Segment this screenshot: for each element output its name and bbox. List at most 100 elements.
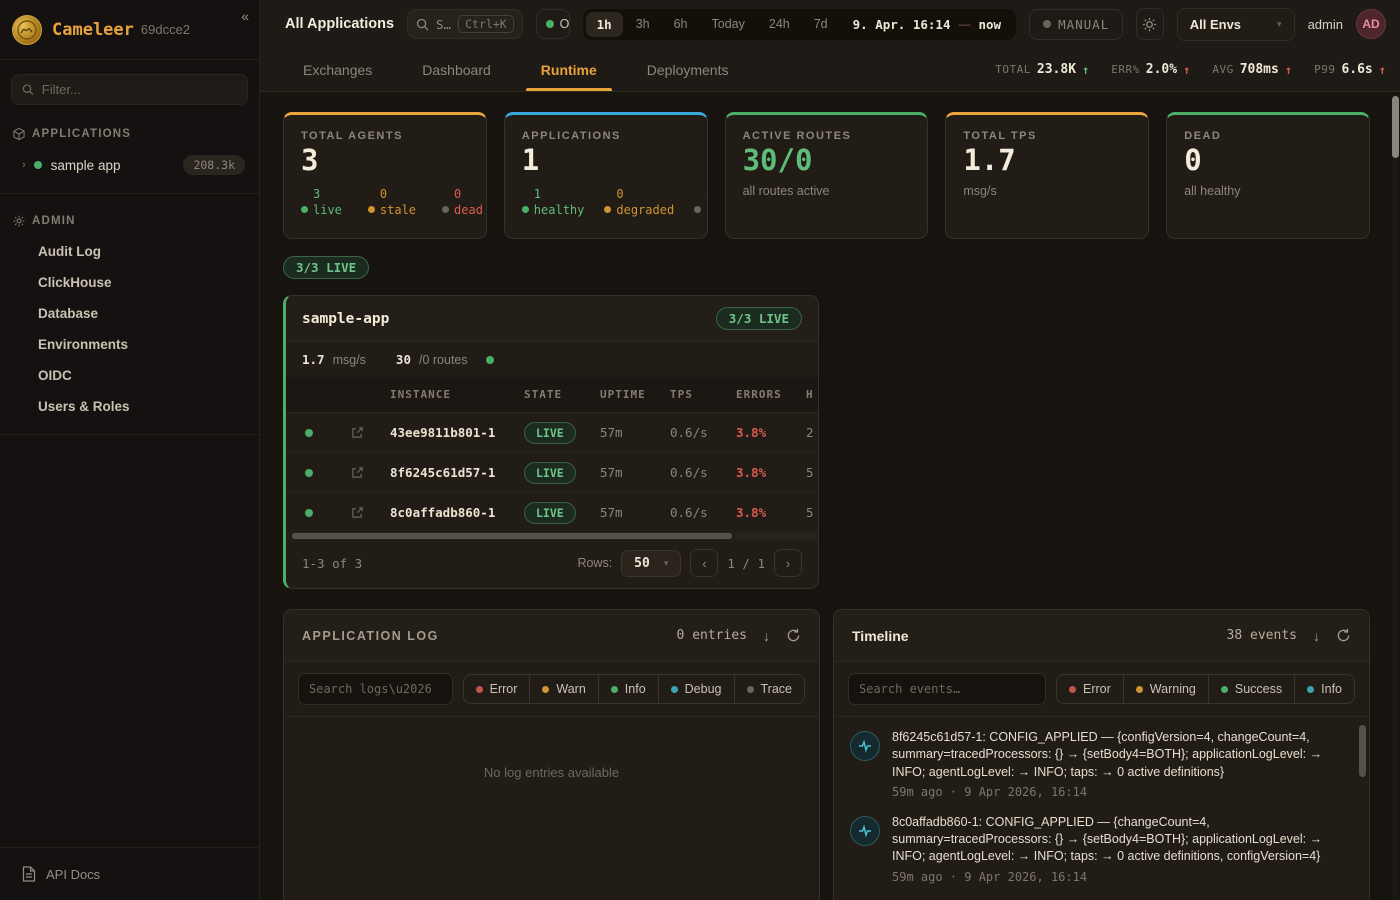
divider [0, 434, 259, 435]
timeline-event[interactable]: 8c0affadb860-1: CONFIG_APPLIED — {change… [850, 814, 1349, 884]
horizontal-scrollbar[interactable] [286, 532, 818, 540]
sidebar-item-api-docs[interactable]: API Docs [10, 860, 249, 888]
chevron-right-icon[interactable]: › [22, 159, 26, 171]
filter-chip-trace[interactable]: Trace [734, 675, 805, 703]
log-search-input[interactable] [309, 682, 442, 696]
stat-total: TOTAL 23.8K ↑ [995, 62, 1089, 77]
range-7d[interactable]: 7d [803, 12, 839, 36]
log-panel-header: APPLICATION LOG 0 entries ↓ [284, 610, 819, 662]
sidebar-filter-input[interactable] [42, 82, 237, 97]
table-row[interactable]: 43ee9811b801-1 LIVE 57m 0.6/s 3.8% 2 [286, 412, 818, 452]
card-total-agents: TOTAL AGENTS 3 3live 0stale 0dead [283, 112, 487, 239]
manual-refresh-button[interactable]: MANUAL [1029, 9, 1123, 40]
range-6h[interactable]: 6h [663, 12, 699, 36]
timeline-event[interactable]: 8f6245c61d57-1: CONFIG_APPLIED — {config… [850, 729, 1349, 799]
sidebar-item-users-roles[interactable]: Users & Roles [10, 391, 249, 422]
sidebar-item-oidc[interactable]: OIDC [10, 360, 249, 391]
table-row[interactable]: 8f6245c61d57-1 LIVE 57m 0.6/s 3.8% 5 [286, 452, 818, 492]
applications-section: APPLICATIONS › sample app 208.3k [0, 115, 259, 185]
timeline-scrollbar[interactable] [1359, 723, 1366, 900]
refresh-icon[interactable] [786, 628, 801, 643]
avatar[interactable]: AD [1356, 9, 1386, 39]
timeline-search-input[interactable] [859, 682, 1035, 696]
global-search-button[interactable]: S… Ctrl+K [407, 9, 523, 39]
event-time: 59m ago · 9 Apr 2026, 16:14 [892, 870, 1344, 884]
page-scrollbar[interactable] [1392, 94, 1399, 900]
filter-chip-debug[interactable]: Debug [658, 675, 734, 703]
external-link-icon[interactable] [332, 466, 382, 479]
instance-id: 8c0affadb860-1 [390, 505, 495, 520]
tab-runtime[interactable]: Runtime [538, 48, 600, 91]
filter-chip-error[interactable]: Error [464, 675, 530, 703]
next-page-button[interactable]: › [774, 549, 802, 577]
filter-chip-warning[interactable]: Warning [1123, 675, 1208, 703]
sample-app-count-badge: 208.3k [183, 155, 245, 175]
timeline-search[interactable] [848, 673, 1046, 705]
healthy-label: healthy [534, 202, 585, 218]
time-window[interactable]: 9. Apr. 16:14 — now [841, 17, 1013, 32]
stat-avg: AVG 708ms ↑ [1212, 62, 1292, 77]
scrollbar-thumb[interactable] [292, 533, 732, 539]
critical-label: critical [706, 202, 707, 218]
tab-exchanges[interactable]: Exchanges [300, 48, 375, 91]
external-link-icon[interactable] [332, 506, 382, 519]
filter-chip-info[interactable]: Info [1294, 675, 1354, 703]
filter-chip-success[interactable]: Success [1208, 675, 1294, 703]
camel-emblem-icon [17, 20, 37, 40]
filter-chip-warn[interactable]: Warn [529, 675, 597, 703]
sidebar-item-clickhouse[interactable]: ClickHouse [10, 267, 249, 298]
stat-p99: P99 6.6s ↑ [1314, 62, 1386, 77]
range-1h[interactable]: 1h [586, 12, 623, 37]
tab-deployments[interactable]: Deployments [644, 48, 732, 91]
log-search[interactable] [298, 673, 453, 705]
range-3h[interactable]: 3h [625, 12, 661, 36]
download-icon[interactable]: ↓ [1313, 628, 1320, 644]
scrollbar-thumb[interactable] [1359, 725, 1366, 777]
filter-label: Info [1321, 682, 1342, 696]
theme-toggle-button[interactable] [1136, 8, 1164, 40]
instance-status-dot [305, 429, 313, 437]
stat-err-value: 2.0% [1146, 62, 1177, 77]
stat-avg-label: AVG [1212, 63, 1233, 76]
download-icon[interactable]: ↓ [763, 628, 770, 644]
sidebar-collapse-icon[interactable]: « [241, 8, 249, 24]
application-log-panel: APPLICATION LOG 0 entries ↓ [283, 609, 820, 900]
sidebar-item-environments[interactable]: Environments [10, 329, 249, 360]
sidebar-item-sample-app[interactable]: › sample app 208.3k [10, 149, 249, 181]
row-range-label: 1-3 of 3 [302, 556, 362, 571]
rows-per-page-select[interactable]: 50 ▾ [621, 550, 681, 577]
h-cell: 2 [798, 425, 818, 440]
chevron-down-icon: ▾ [1277, 19, 1282, 30]
up-arrow-icon: ↑ [1379, 63, 1386, 77]
scrollbar-thumb[interactable] [1392, 96, 1399, 158]
online-status-pill[interactable]: O [536, 9, 570, 39]
app-tps-unit: msg/s [333, 353, 366, 367]
up-arrow-icon: ↑ [1183, 63, 1190, 77]
activity-pulse-icon [850, 731, 880, 761]
refresh-icon[interactable] [1336, 628, 1351, 643]
live-summary-wrap: 3/3 LIVE [283, 256, 1370, 279]
package-icon [12, 127, 26, 141]
range-today[interactable]: Today [701, 12, 756, 36]
errors-cell: 3.8% [736, 465, 766, 480]
prev-page-button[interactable]: ‹ [690, 549, 718, 577]
time-to: now [978, 17, 1001, 32]
filter-chip-error[interactable]: Error [1057, 675, 1123, 703]
app-version: 69dcce2 [141, 22, 190, 37]
table-row[interactable]: 8c0affadb860-1 LIVE 57m 0.6/s 3.8% 5 [286, 492, 818, 532]
sidebar-item-audit-log[interactable]: Audit Log [10, 236, 249, 267]
sidebar-item-database[interactable]: Database [10, 298, 249, 329]
rows-label: Rows: [577, 556, 612, 570]
applications-header-label: APPLICATIONS [32, 128, 131, 140]
card-active-routes: ACTIVE ROUTES 30/0 all routes active [725, 112, 929, 239]
stat-p99-label: P99 [1314, 63, 1335, 76]
sidebar-filter[interactable] [11, 74, 248, 105]
external-link-icon[interactable] [332, 426, 382, 439]
range-24h[interactable]: 24h [758, 12, 801, 36]
env-select[interactable]: All Envs ▾ [1177, 8, 1295, 41]
tab-dashboard[interactable]: Dashboard [419, 48, 494, 91]
filter-chip-info[interactable]: Info [598, 675, 658, 703]
log-panel-body: No log entries available [284, 717, 819, 900]
manual-label: MANUAL [1058, 17, 1109, 32]
live-count: 3 [313, 186, 342, 202]
